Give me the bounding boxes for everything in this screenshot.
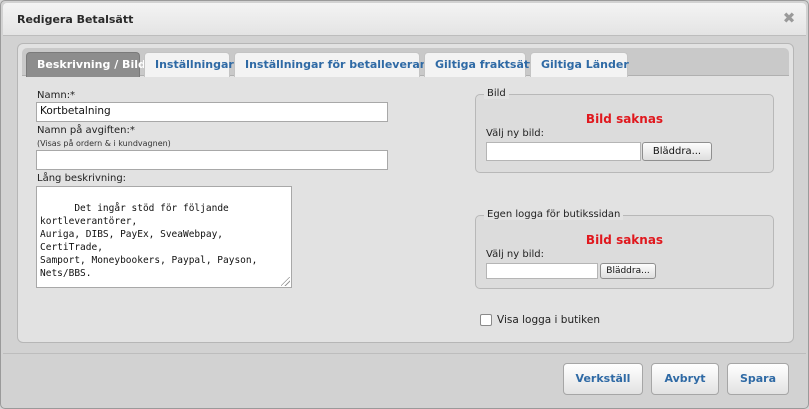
- logo-choose-label: Välj ny bild:: [486, 249, 544, 260]
- close-icon[interactable]: ✖: [782, 10, 796, 26]
- apply-button[interactable]: Verkställ: [563, 363, 643, 395]
- image-legend: Bild: [484, 88, 509, 99]
- image-fieldset: Bild Bild saknas Välj ny bild: Bläddra..…: [475, 88, 774, 173]
- fee-name-hint: (Visas på ordern & i kundvagnen): [37, 139, 171, 148]
- tab-bar: Beskrivning / Bild Inställningar Inställ…: [22, 48, 789, 77]
- name-input[interactable]: Kortbetalning: [36, 102, 388, 122]
- long-description-textarea[interactable]: Det ingår stöd för följande kortleverant…: [36, 186, 292, 288]
- dialog-title: Redigera Betalsätt: [17, 13, 134, 26]
- show-logo-label: Visa logga i butiken: [497, 314, 600, 326]
- long-description-text: Det ingår stöd för följande kortleverant…: [40, 203, 258, 279]
- logo-browse-button[interactable]: Bläddra...: [600, 263, 656, 279]
- tab-settings[interactable]: Inställningar: [144, 52, 234, 77]
- image-missing-text: Bild saknas: [585, 112, 664, 126]
- fee-name-label: Namn på avgiften:*: [37, 125, 135, 136]
- logo-file-input[interactable]: [486, 263, 598, 279]
- edit-payment-dialog: Redigera Betalsätt ✖ Beskrivning / Bild …: [0, 0, 809, 409]
- name-label: Namn:*: [37, 90, 76, 101]
- image-browse-button[interactable]: Bläddra...: [642, 142, 712, 161]
- image-choose-label: Välj ny bild:: [486, 128, 544, 139]
- save-button[interactable]: Spara: [727, 363, 789, 395]
- logo-legend: Egen logga för butikssidan: [484, 209, 624, 220]
- logo-fieldset: Egen logga för butikssidan Bild saknas V…: [475, 209, 774, 289]
- tab-provider-settings[interactable]: Inställningar för betalleverantör: [234, 52, 446, 77]
- footer-divider: [3, 353, 806, 354]
- tab-description-image[interactable]: Beskrivning / Bild: [26, 52, 146, 77]
- tab-panel: Beskrivning / Bild Inställningar Inställ…: [17, 43, 794, 343]
- dialog-titlebar: Redigera Betalsätt ✖: [3, 3, 806, 36]
- tab-valid-countries[interactable]: Giltiga Länder: [530, 52, 629, 77]
- cancel-button[interactable]: Avbryt: [651, 363, 719, 395]
- resize-grip-icon[interactable]: [281, 277, 290, 286]
- image-file-input[interactable]: [486, 142, 641, 161]
- fee-name-input[interactable]: [36, 150, 388, 170]
- show-logo-checkbox[interactable]: [480, 314, 492, 326]
- long-description-label: Lång beskrivning:: [37, 173, 127, 184]
- logo-missing-text: Bild saknas: [585, 233, 664, 247]
- tab-valid-shipping[interactable]: Giltiga fraktsätt: [424, 52, 534, 77]
